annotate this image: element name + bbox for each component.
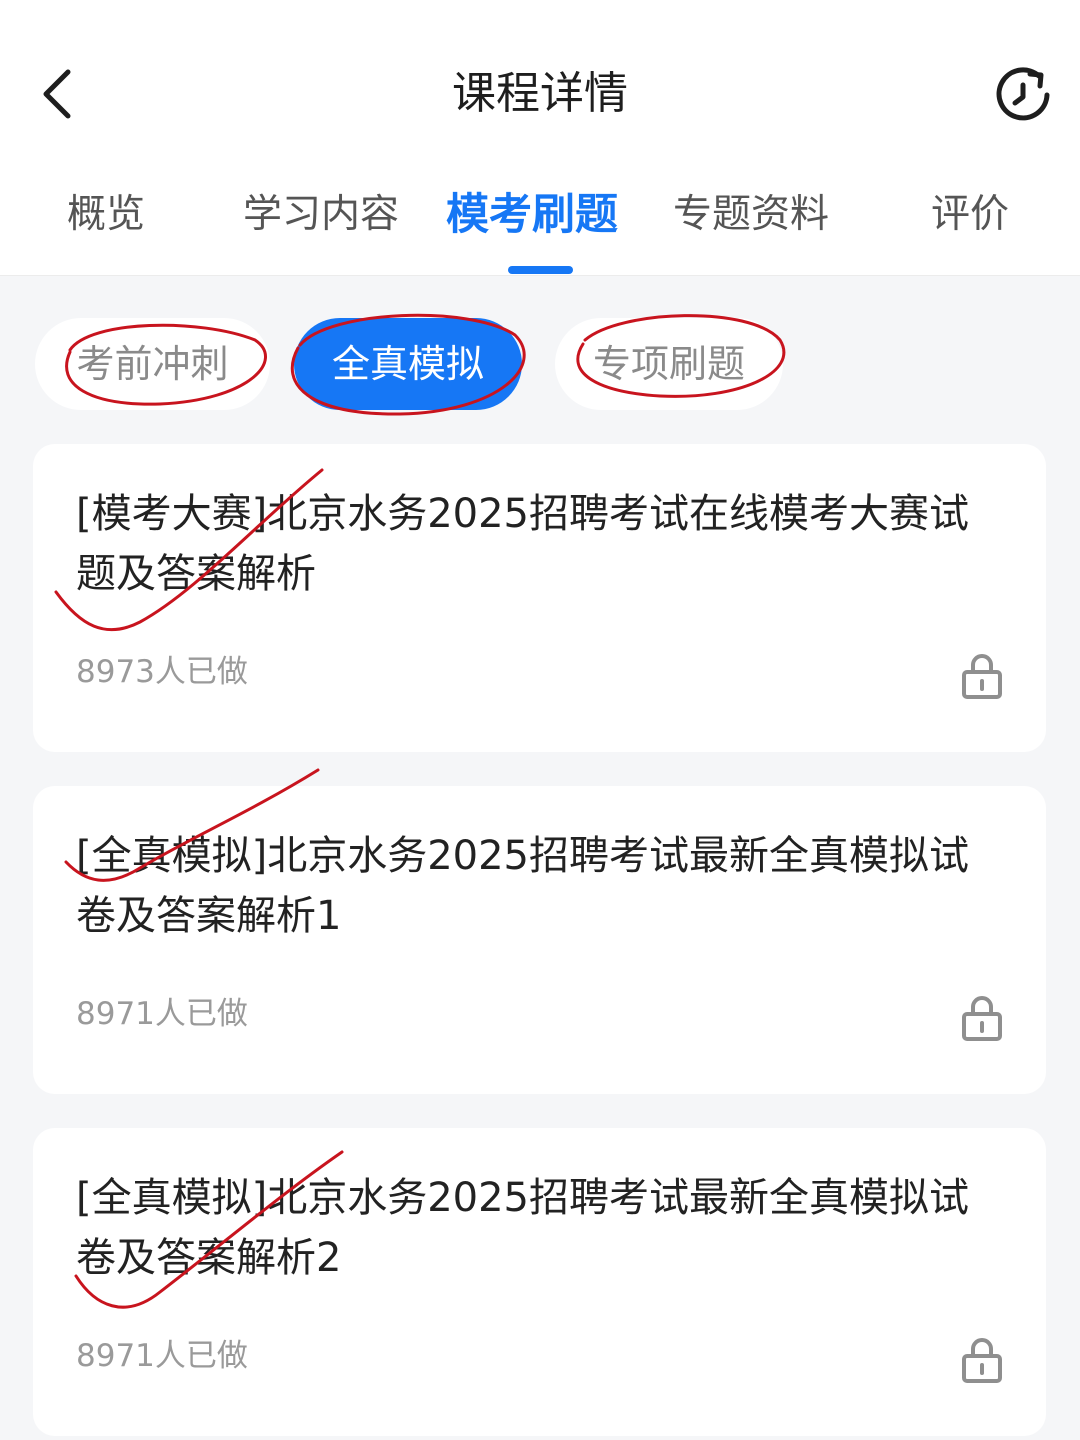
lock-icon [962,996,1002,1041]
paper-attempt-count: 8971人已做 [76,1338,248,1374]
tab-topic-materials[interactable]: 专题资料 [673,180,829,250]
paper-attempt-count: 8971人已做 [76,996,248,1032]
top-bar: 课程详情 概览 学习内容 模考刷题 专题资料 评价 [0,0,1080,276]
paper-title: [全真模拟]北京水务2025招聘考试最新全真模拟试卷及答案解析1 [76,833,970,939]
tab-overview[interactable]: 概览 [67,180,145,250]
tab-reviews[interactable]: 评价 [931,180,1009,250]
paper-title: [全真模拟]北京水务2025招聘考试最新全真模拟试卷及答案解析2 [76,1175,970,1281]
filter-final-sprint[interactable]: 考前冲刺 [35,318,270,410]
lock-icon [962,1338,1002,1383]
tab-learning-content[interactable]: 学习内容 [243,180,399,250]
page-title: 课程详情 [452,68,628,119]
paper-title: [模考大赛]北京水务2025招聘考试在线模考大赛试题及答案解析 [76,491,970,597]
paper-card[interactable]: [模考大赛]北京水务2025招聘考试在线模考大赛试题及答案解析 8973人已做 [33,444,1046,752]
paper-card[interactable]: [全真模拟]北京水务2025招聘考试最新全真模拟试卷及答案解析1 8971人已做 [33,786,1046,1094]
refresh-icon [996,67,1050,121]
paper-attempt-count: 8973人已做 [76,654,248,690]
filter-full-mock[interactable]: 全真模拟 [294,318,522,410]
refresh-button[interactable] [990,62,1056,128]
filter-special-practice[interactable]: 专项刷题 [555,318,783,410]
lock-icon [962,654,1002,699]
active-tab-indicator [508,266,573,274]
tab-bar: 概览 学习内容 模考刷题 专题资料 评价 [0,180,1080,275]
paper-card[interactable]: [全真模拟]北京水务2025招聘考试最新全真模拟试卷及答案解析2 8971人已做 [33,1128,1046,1436]
tab-mock-exam-practice[interactable]: 模考刷题 [446,180,618,250]
